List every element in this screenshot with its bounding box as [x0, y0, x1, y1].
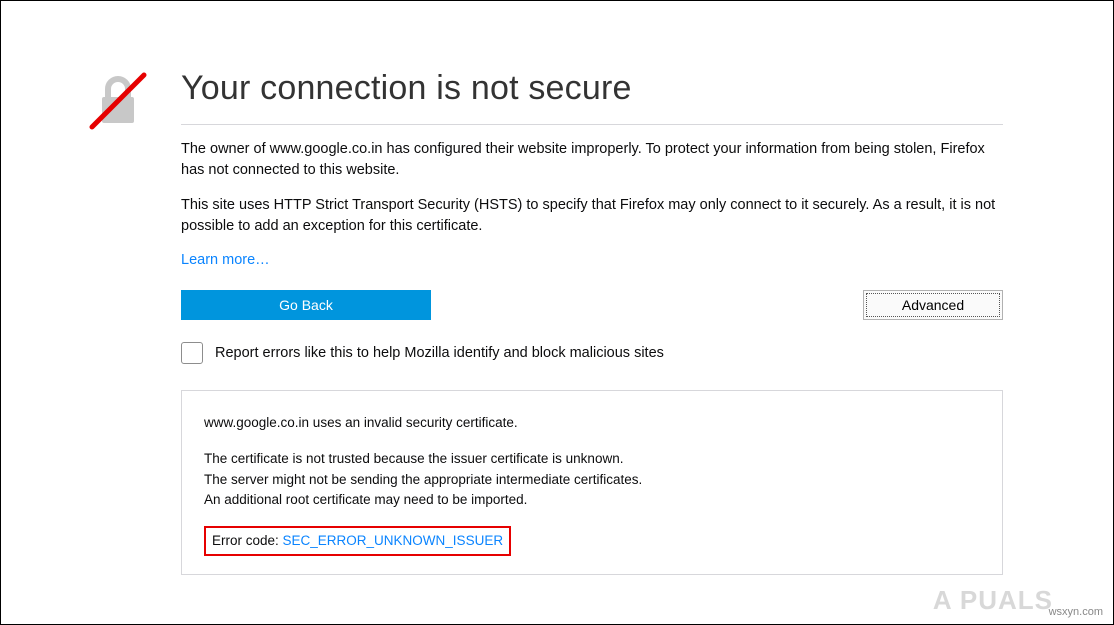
- certificate-details-box: www.google.co.in uses an invalid securit…: [181, 390, 1003, 575]
- details-line-2: The certificate is not trusted because t…: [204, 449, 980, 469]
- insecure-lock-icon: [86, 69, 181, 138]
- divider: [181, 124, 1003, 125]
- description-2: This site uses HTTP Strict Transport Sec…: [181, 195, 1003, 237]
- details-line-4: An additional root certificate may need …: [204, 490, 980, 510]
- details-line-1: www.google.co.in uses an invalid securit…: [204, 413, 980, 433]
- content-area: Your connection is not secure The owner …: [1, 1, 1113, 575]
- report-label: Report errors like this to help Mozilla …: [215, 345, 664, 361]
- go-back-button[interactable]: Go Back: [181, 290, 431, 320]
- description-1: The owner of www.google.co.in has config…: [181, 139, 1003, 181]
- advanced-button[interactable]: Advanced: [863, 290, 1003, 320]
- report-checkbox[interactable]: [181, 342, 203, 364]
- title-row: Your connection is not secure The owner …: [86, 69, 1003, 575]
- details-line-3: The server might not be sending the appr…: [204, 470, 980, 490]
- text-column: Your connection is not secure The owner …: [181, 69, 1003, 575]
- button-row: Go Back Advanced: [181, 290, 1003, 320]
- report-row: Report errors like this to help Mozilla …: [181, 342, 1003, 364]
- brand-watermark: A PUALS: [933, 585, 1053, 616]
- page-title: Your connection is not secure: [181, 69, 1003, 108]
- learn-more-link[interactable]: Learn more…: [181, 252, 270, 268]
- error-code-value[interactable]: SEC_ERROR_UNKNOWN_ISSUER: [283, 533, 504, 548]
- source-watermark: wsxyn.com: [1049, 606, 1103, 618]
- error-code-highlight: Error code: SEC_ERROR_UNKNOWN_ISSUER: [204, 526, 511, 556]
- error-code-label: Error code:: [212, 533, 283, 548]
- error-page: Your connection is not secure The owner …: [0, 0, 1114, 625]
